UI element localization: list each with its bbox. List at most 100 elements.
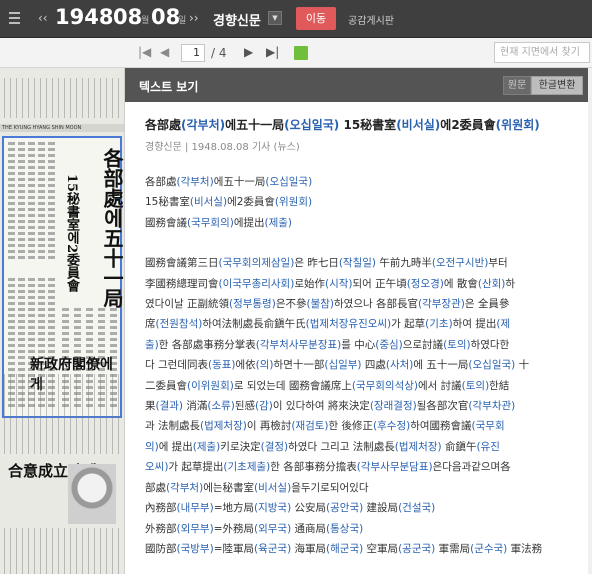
scan-text-block [4, 78, 120, 118]
go-button[interactable]: 이동 [296, 7, 336, 30]
hangul-reading: (시작) [325, 277, 353, 290]
text-view-panel: 텍스트 보기 원문 한글변환 各部處(각부처)에五十一局(오십일국) 15秘書室… [124, 68, 592, 574]
hangul-reading: (기초) [425, 318, 453, 331]
hangul-reading: (법제처장) [200, 420, 247, 433]
hangul-reading: (유진 [476, 440, 500, 453]
hanja-text: 에依 [235, 359, 256, 372]
text-view-header: 텍스트 보기 원문 한글변환 [125, 68, 592, 102]
original-text-button[interactable]: 원문 [503, 76, 531, 95]
hanja-text: 로 되었는데 國務會議席上 [233, 379, 352, 392]
hangul-reading: (이위원회) [187, 379, 234, 392]
next-page-icon[interactable]: ▶ [244, 45, 253, 59]
article-line: 國務會議第三日(국무회의제삼일)은 昨七日(작칠일) 午前九時半(오전구시반)부… [145, 253, 585, 273]
hangul-reading: (비서실) [254, 481, 292, 494]
hanja-text: 가 起草提出 [168, 461, 224, 474]
hangul-reading: (법제처장) [394, 440, 442, 453]
article-line: 席(전원참석)하여法制處長俞鎭午氏(법제처장유진오씨)가 起草(기초)하여 提出… [145, 314, 585, 334]
year-value[interactable]: 1948 [55, 5, 113, 29]
page-number-input[interactable]: 1 [181, 44, 205, 62]
article-line: 國務會議(국무회의)에提出(제출) [145, 213, 585, 233]
hangul-reading: (공군국) [398, 542, 436, 555]
hanja-text: 이 있다하여 將來決定 [272, 400, 370, 413]
hanja-text: 果 [145, 400, 156, 413]
hanja-text: 한 各部處事務分掌表 [158, 338, 256, 351]
hanja-text: 을두기로되어있다 [291, 481, 369, 494]
hangul-reading: (산회) [477, 277, 506, 290]
hanja-text: 李國務總理司會 [145, 277, 219, 290]
page-toolbar: |◀ ◀ 1 / 4 ▶ ▶| 현재 지면에서 찾기 [0, 38, 592, 68]
hangul-reading: (전원참석) [155, 318, 203, 331]
page-total: / 4 [211, 46, 227, 60]
menu-icon[interactable] [9, 12, 20, 25]
hangul-reading: (각부처사무분장표) [255, 338, 342, 351]
hanja-text: 하였다 그리고 法制處長 [288, 440, 395, 453]
hanja-text: 에 散會 [443, 277, 478, 290]
hanja-text: 俞鎭午 [441, 440, 477, 453]
hanja-text: 15秘書室 [145, 196, 190, 209]
scan-column [28, 142, 35, 262]
korean-convert-button[interactable]: 한글변환 [531, 76, 583, 95]
hangul-reading: (제 [496, 318, 511, 331]
hangul-reading: (감) [255, 400, 273, 413]
article-line: 출)한 各部處事務分掌表(각부처사무분장표)를 中心(중심)으로討議(토의)하였… [145, 335, 585, 355]
hanja-text: 午前九時半 [376, 257, 432, 270]
hanja-text: 15秘書室 [339, 118, 397, 132]
prev-page-icon[interactable]: ◀ [160, 45, 169, 59]
hanja-text: 建設局 [363, 502, 399, 515]
hanja-text: 이 再檢討 [246, 420, 292, 433]
hanja-text: 가 起草 [391, 318, 426, 331]
scan-subheadline: 15秘書室에2委員會 [64, 174, 79, 293]
hanja-text: 에五十一局 [225, 118, 285, 132]
article-line: 15秘書室(비서실)에2委員會(위원회) [145, 192, 585, 212]
hangul-reading: (정오경) [406, 277, 444, 290]
next-date-button[interactable]: ›› [189, 11, 199, 25]
hangul-reading: (각부차관) [468, 400, 516, 413]
article-line: 國防部(국방부)=陸軍局(육군국) 海軍局(해군국) 空軍局(공군국) 軍需局(… [145, 539, 585, 559]
article-line: 다 그런데同表(동표)에依(의)하면十一部(십일부) 四處(사처)에 五十一局(… [145, 355, 585, 375]
hanja-text: 軍需局 [435, 542, 471, 555]
hangul-reading: (작칠일) [338, 257, 377, 270]
hanja-text: 다 그런데同表 [145, 359, 208, 372]
prev-date-button[interactable]: ‹‹ [38, 11, 48, 25]
hanja-text: =地方局 [213, 502, 254, 515]
hangul-reading: (오전구시반) [431, 257, 489, 270]
scan-column [48, 142, 55, 262]
hangul-reading: (국무회 [471, 420, 505, 433]
article-line: 李國務總理司會(이국무총리사회)로始作(시작)되어 正午頃(정오경)에 散會(산… [145, 274, 585, 294]
newspaper-scan[interactable]: THE KYUNG HYANG SHIN MOON 各部處에五十一局 15秘書室… [0, 68, 124, 574]
last-page-icon[interactable]: ▶| [266, 45, 279, 59]
article-title: 各部處(각부처)에五十一局(오십일국) 15秘書室(비서실)에2委員會(위원회) [145, 116, 585, 133]
article-line: 의)에 提出(제출)키로決定(결정)하였다 그리고 法制處長(법제처장) 俞鎭午… [145, 437, 585, 457]
article-line: 部處(각부처)에는秘書室(비서실)을두기로되어있다 [145, 478, 585, 498]
hanja-text: 부터 [488, 257, 508, 270]
hangul-reading: (내무부) [176, 502, 214, 515]
scrollbar[interactable] [588, 68, 592, 574]
hanja-text: =陸軍局 [213, 542, 254, 555]
newspaper-select[interactable]: 경향신문 [213, 10, 261, 29]
hangul-reading: (해군국) [326, 542, 364, 555]
hanja-text: 에 五十一局 [413, 359, 469, 372]
hanja-text: 된感 [234, 400, 256, 413]
article-body: 各部處(각부처)에五十一局(오십일국) 15秘書室(비서실)에2委員會(위원회) 國… [145, 172, 585, 559]
hanja-text: 各部處 [145, 118, 182, 132]
month-value[interactable]: 08 [113, 5, 142, 29]
hanja-text: 한 後修正 [328, 420, 374, 433]
hangul-reading: (소류) [207, 400, 235, 413]
article-line: 各部處(각부처)에五十一局(오십일국) [145, 172, 585, 192]
hanja-text: 하여國務會議 [410, 420, 472, 433]
hanja-text: 한 各部事務分擔表 [270, 461, 357, 474]
day-value[interactable]: 08 [151, 5, 180, 29]
hangul-reading: (국방부) [176, 542, 214, 555]
hangul-reading: (의) [255, 359, 274, 372]
hangul-reading: (외무부) [176, 522, 214, 535]
page-search-input[interactable]: 현재 지면에서 찾기 [494, 42, 590, 63]
hanja-text: 은 全員參 [464, 298, 510, 311]
hanja-text: 될各部次官 [416, 400, 469, 413]
first-page-icon[interactable]: |◀ [138, 45, 151, 59]
hangul-reading: (사처) [385, 359, 414, 372]
hangul-reading: (기초제출) [223, 461, 271, 474]
fullscreen-icon[interactable] [294, 46, 308, 60]
chevron-down-icon[interactable]: ▼ [268, 11, 282, 25]
board-link[interactable]: 공감게시판 [348, 12, 394, 27]
